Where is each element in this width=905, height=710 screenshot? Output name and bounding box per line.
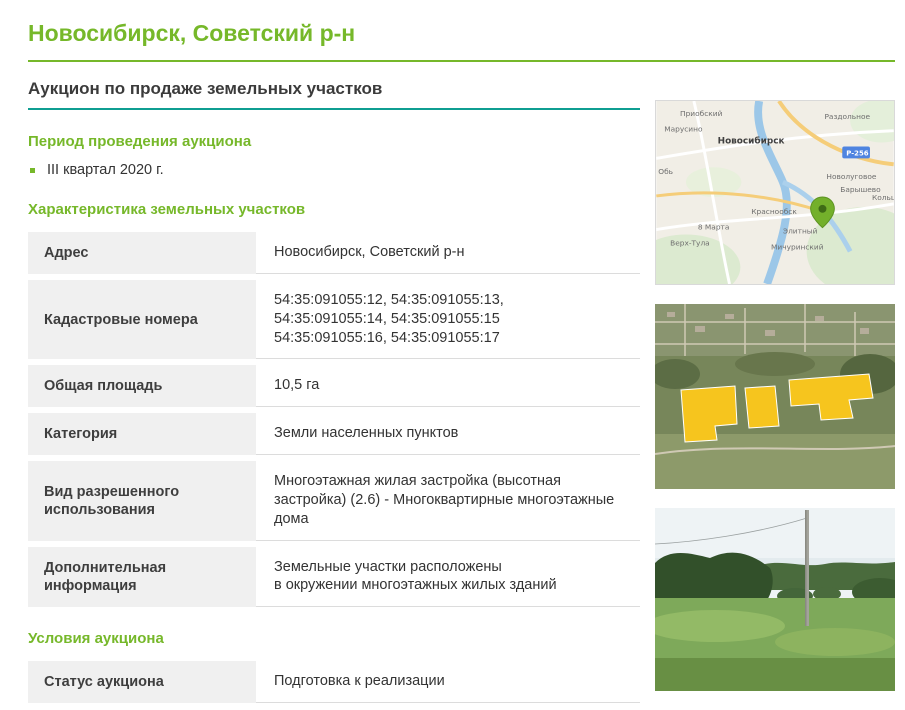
- road-number-text: Р-256: [846, 149, 869, 157]
- title-divider: [28, 60, 895, 62]
- map-place-label: Верх-Тула: [670, 238, 710, 247]
- row-value: 10,5 га: [256, 365, 640, 407]
- site-photo-image: [655, 508, 895, 691]
- conditions-table: Статус аукциона Подготовка к реализации: [28, 661, 640, 703]
- map-place-label: 8 Марта: [698, 223, 730, 232]
- row-label-text: Дополнительная информация: [44, 559, 240, 595]
- row-value-text: Подготовка к реализации: [274, 672, 445, 691]
- row-label-text: Общая площадь: [44, 377, 162, 395]
- map-place-label: Кольцово: [872, 193, 894, 202]
- row-label: Статус аукциона: [28, 661, 256, 703]
- characteristics-heading: Характеристика земельных участков: [28, 201, 640, 218]
- table-row-additional-info: Дополнительная информация Земельные учас…: [28, 547, 640, 608]
- row-label-text: Статус аукциона: [44, 673, 164, 691]
- table-row-area: Общая площадь 10,5 га: [28, 365, 640, 407]
- satellite-image: [655, 304, 895, 489]
- row-label: Категория: [28, 413, 256, 455]
- auction-subtitle: Аукцион по продаже земельных участков: [28, 79, 640, 99]
- row-value-text: Новосибирск, Советский р-н: [274, 243, 464, 262]
- table-row-permitted-use: Вид разрешенного использования Многоэтаж…: [28, 461, 640, 541]
- row-label-text: Категория: [44, 425, 117, 443]
- map-place-label: Раздольное: [824, 112, 870, 121]
- page: Новосибирск, Советский р-н Аукцион по пр…: [0, 0, 905, 703]
- row-label: Общая площадь: [28, 365, 256, 407]
- row-label-text: Кадастровые номера: [44, 311, 198, 329]
- row-value-text: Многоэтажная жилая застройка (высотная з…: [274, 472, 632, 529]
- bullet-square-icon: [30, 168, 35, 173]
- row-value: Многоэтажная жилая застройка (высотная з…: [256, 461, 640, 541]
- row-value-text: 10,5 га: [274, 376, 319, 395]
- row-value: Земельные участки расположены в окружени…: [256, 547, 640, 608]
- conditions-heading: Условия аукциона: [28, 630, 640, 647]
- map-place-label: Обь: [658, 167, 673, 176]
- image-column: Приобский Раздольное Марусино Новосибирс…: [655, 100, 895, 710]
- row-label: Адрес: [28, 232, 256, 274]
- photo-svg: [655, 508, 895, 691]
- row-value: 54:35:091055:12, 54:35:091055:13, 54:35:…: [256, 280, 640, 360]
- page-title: Новосибирск, Советский р-н: [28, 20, 895, 47]
- table-row-category: Категория Земли населенных пунктов: [28, 413, 640, 455]
- row-label-text: Вид разрешенного использования: [44, 483, 240, 519]
- row-label: Вид разрешенного использования: [28, 461, 256, 541]
- row-value: Земли населенных пунктов: [256, 413, 640, 455]
- period-value: III квартал 2020 г.: [47, 162, 164, 178]
- map-place-label: Элитный: [783, 227, 818, 236]
- table-row-cadastral: Кадастровые номера 54:35:091055:12, 54:3…: [28, 280, 640, 360]
- row-label-text: Адрес: [44, 244, 88, 262]
- row-label: Дополнительная информация: [28, 547, 256, 608]
- map-place-label: Приобский: [680, 109, 723, 118]
- row-value: Новосибирск, Советский р-н: [256, 232, 640, 274]
- map-place-label: Новолуговое: [826, 172, 876, 181]
- row-value-text: 54:35:091055:12, 54:35:091055:13, 54:35:…: [274, 291, 504, 348]
- map-place-label: Марусино: [664, 125, 703, 134]
- satellite-svg: [655, 304, 895, 489]
- row-label: Кадастровые номера: [28, 280, 256, 360]
- main-content: Аукцион по продаже земельных участков Пе…: [28, 79, 640, 703]
- period-item: III квартал 2020 г.: [30, 162, 640, 178]
- utility-pole: [805, 510, 809, 626]
- table-row-address: Адрес Новосибирск, Советский р-н: [28, 232, 640, 274]
- characteristics-table: Адрес Новосибирск, Советский р-н Кадастр…: [28, 232, 640, 607]
- row-value-text: Земли населенных пунктов: [274, 424, 458, 443]
- row-value-text: Земельные участки расположены в окружени…: [274, 558, 557, 596]
- table-row-status: Статус аукциона Подготовка к реализации: [28, 661, 640, 703]
- map-place-label: Мичуринский: [771, 242, 824, 251]
- period-heading: Период проведения аукциона: [28, 133, 640, 150]
- row-value: Подготовка к реализации: [256, 661, 640, 703]
- map-city-label: Новосибирск: [718, 136, 785, 147]
- map-place-label: Краснообск: [751, 207, 797, 216]
- map-svg: Приобский Раздольное Марусино Новосибирс…: [656, 101, 894, 284]
- map-image: Приобский Раздольное Марусино Новосибирс…: [655, 100, 895, 285]
- subtitle-divider: [28, 108, 640, 110]
